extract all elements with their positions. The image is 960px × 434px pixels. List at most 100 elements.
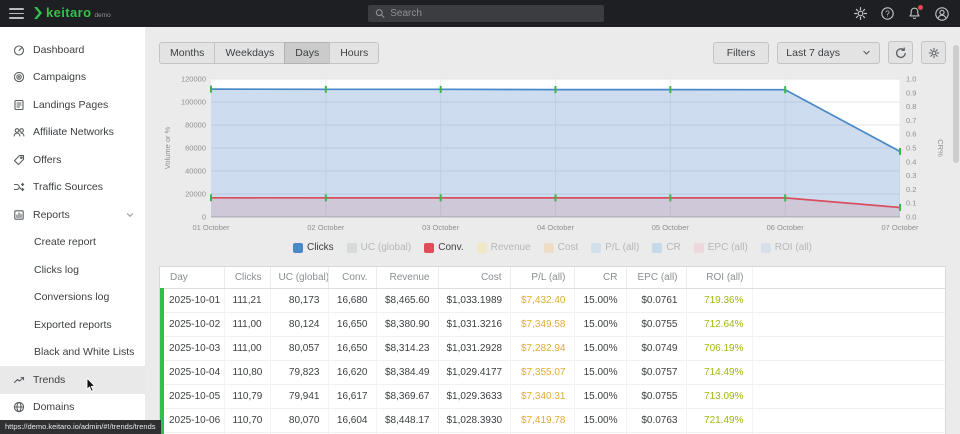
table-row[interactable]: 2025-10-01111,2180,17316,680$8,465.60$1,… — [162, 289, 945, 313]
sidebar-item-label: Campaigns — [33, 71, 86, 83]
cell-uc-global: 80,173 — [270, 289, 328, 313]
col-header-revenue[interactable]: Revenue — [376, 267, 438, 289]
sidebar-item-conversions-log[interactable]: Conversions log — [0, 284, 145, 312]
cell-p-l-all: $7,355.07 — [510, 361, 574, 385]
legend-revenue[interactable]: Revenue — [477, 242, 531, 253]
legend-uc-global[interactable]: UC (global) — [347, 242, 412, 253]
sidebar-item-offers[interactable]: Offers — [0, 146, 145, 174]
legend-p-l-all[interactable]: P/L (all) — [591, 242, 639, 253]
cell-epc-all: $0.0757 — [626, 361, 686, 385]
table-row[interactable]: 2025-10-02111,0080,12416,650$8,380.90$1,… — [162, 313, 945, 337]
svg-text:0.6: 0.6 — [906, 130, 916, 139]
svg-text:0.2: 0.2 — [906, 185, 916, 194]
legend-epc-all[interactable]: EPC (all) — [694, 242, 748, 253]
table-row[interactable]: 2025-10-04110,8079,82316,620$8,384.49$1,… — [162, 361, 945, 385]
cell-p-l-all: $7,282.94 — [510, 337, 574, 361]
col-header-uc-global[interactable]: UC (global) — [270, 267, 328, 289]
tab-hours[interactable]: Hours — [329, 42, 379, 64]
sidebar-item-trends[interactable]: Trends — [0, 366, 145, 394]
legend-cost[interactable]: Cost — [544, 242, 579, 253]
col-header-day[interactable]: Day — [162, 267, 224, 289]
cell-filler — [752, 409, 945, 433]
table-row[interactable]: 2025-10-03111,0080,05716,650$8,314.23$1,… — [162, 337, 945, 361]
cell-cr: 15.00% — [574, 289, 626, 313]
sidebar-item-clicks-log[interactable]: Clicks log — [0, 256, 145, 284]
legend-clicks[interactable]: Clicks — [293, 242, 334, 253]
filters-button[interactable]: Filters — [713, 42, 770, 64]
cell-roi-all: 706.19% — [686, 337, 752, 361]
svg-text:0.8: 0.8 — [906, 102, 916, 111]
cell-cost: $1,031.2928 — [438, 337, 510, 361]
cell-cr: 15.00% — [574, 361, 626, 385]
date-range-value: Last 7 days — [786, 47, 840, 59]
col-header-roi-all[interactable]: ROI (all) — [686, 267, 752, 289]
sidebar-item-create-report[interactable]: Create report — [0, 229, 145, 257]
table-row[interactable]: 2025-10-06110,7080,07016,604$8,448.17$1,… — [162, 409, 945, 433]
sidebar-item-affiliate-networks[interactable]: Affiliate Networks — [0, 119, 145, 147]
trends-table-panel: DayClicksUC (global)Conv.RevenueCostP/L … — [159, 266, 946, 434]
logo-badge: demo — [94, 12, 110, 19]
col-header-conv[interactable]: Conv. — [328, 267, 376, 289]
sidebar-item-domains[interactable]: Domains — [0, 394, 145, 422]
cell-p-l-all: $7,419.78 — [510, 409, 574, 433]
sidebar-item-label: Traffic Sources — [33, 181, 103, 193]
notifications-bell-icon[interactable] — [907, 6, 922, 21]
legend-label: UC (global) — [361, 242, 412, 253]
col-header-cost[interactable]: Cost — [438, 267, 510, 289]
sidebar-item-label: Trends — [33, 374, 65, 386]
sidebar-item-dashboard[interactable]: Dashboard — [0, 36, 145, 64]
sidebar-item-reports[interactable]: Reports — [0, 201, 145, 229]
cell-roi-all: 721.49% — [686, 409, 752, 433]
cell-conv: 16,604 — [328, 409, 376, 433]
svg-text:120000: 120000 — [181, 75, 206, 84]
legend-cr[interactable]: CR — [652, 242, 680, 253]
chart-legend: Clicks UC (global) Conv. Revenue Cost P/L (al… — [145, 242, 960, 253]
tab-days[interactable]: Days — [284, 42, 330, 64]
main-content: MonthsWeekdaysDaysHours Filters Last 7 d… — [145, 27, 960, 434]
svg-text:40000: 40000 — [185, 167, 206, 176]
search-input[interactable] — [390, 8, 597, 19]
svg-text:06 October: 06 October — [767, 223, 805, 232]
cell-clicks: 110,79 — [224, 385, 270, 409]
legend-roi-all[interactable]: ROI (all) — [761, 242, 812, 253]
search-box[interactable] — [368, 5, 604, 22]
sidebar-item-label: Domains — [33, 401, 74, 413]
chevron-down-icon — [125, 210, 135, 220]
keitaro-logo[interactable]: keitaro demo — [33, 5, 111, 20]
cell-revenue: $8,448.17 — [376, 409, 438, 433]
sidebar-item-label: Clicks log — [34, 264, 79, 276]
cell-filler — [752, 289, 945, 313]
search-icon — [375, 8, 385, 19]
sidebar-item-campaigns[interactable]: Campaigns — [0, 64, 145, 92]
tab-weekdays[interactable]: Weekdays — [214, 42, 285, 64]
sidebar-item-black-and-white-lists[interactable]: Black and White Lists — [0, 339, 145, 367]
trends-chart-svg: 02000040000600008000010000012000001 Octo… — [159, 71, 946, 237]
col-header-epc-all[interactable]: EPC (all) — [626, 267, 686, 289]
sidebar-item-exported-reports[interactable]: Exported reports — [0, 311, 145, 339]
svg-text:0: 0 — [202, 213, 206, 222]
sidebar-item-traffic-sources[interactable]: Traffic Sources — [0, 174, 145, 202]
legend-conv[interactable]: Conv. — [424, 242, 463, 253]
cell-day: 2025-10-04 — [162, 361, 224, 385]
chart-settings-button[interactable] — [921, 41, 946, 64]
settings-gear-icon[interactable] — [853, 6, 868, 21]
svg-text:1.0: 1.0 — [906, 75, 916, 84]
cell-filler — [752, 337, 945, 361]
svg-text:04 October: 04 October — [537, 223, 575, 232]
vertical-scrollbar[interactable] — [951, 27, 960, 434]
refresh-button[interactable] — [888, 41, 913, 64]
table-row[interactable]: 2025-10-05110,7979,94116,617$8,369.67$1,… — [162, 385, 945, 409]
help-icon[interactable]: ? — [880, 6, 895, 21]
scrollbar-thumb[interactable] — [953, 45, 959, 163]
col-header-clicks[interactable]: Clicks — [224, 267, 270, 289]
menu-icon[interactable] — [9, 8, 24, 19]
user-avatar[interactable] — [934, 6, 950, 22]
sidebar-item-landings-pages[interactable]: Landings Pages — [0, 91, 145, 119]
tab-months[interactable]: Months — [159, 42, 215, 64]
sidebar-item-label: Affiliate Networks — [33, 126, 114, 138]
date-range-select[interactable]: Last 7 days — [777, 42, 880, 64]
col-header-cr[interactable]: CR — [574, 267, 626, 289]
cell-roi-all: 712.64% — [686, 313, 752, 337]
legend-label: ROI (all) — [775, 242, 812, 253]
col-header-p-l-all[interactable]: P/L (all) — [510, 267, 574, 289]
